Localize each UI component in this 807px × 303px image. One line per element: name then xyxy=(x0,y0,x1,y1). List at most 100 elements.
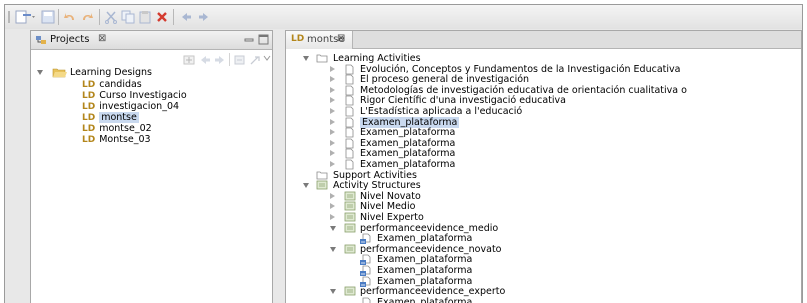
tree-item-ld[interactable]: LD candidas xyxy=(82,79,142,90)
tree-item-ld[interactable]: LD investigacion_04 xyxy=(82,101,179,112)
forward-icon[interactable] xyxy=(198,10,210,24)
toolbar-grip-icon xyxy=(7,10,11,24)
tree-item-structure-child[interactable]: Examen_plataforma xyxy=(286,233,801,245)
collapse-chevron-right-icon[interactable] xyxy=(330,76,335,83)
projects-icon xyxy=(35,34,47,49)
tree-item-structure[interactable]: Nivel Medio xyxy=(286,201,801,212)
tree-item-label: Activity Structures xyxy=(333,180,421,192)
tree-item-label: Examen_plataforma xyxy=(360,148,456,160)
editor-tab-strip: LD montse ⊠ xyxy=(286,31,801,49)
main-toolbar xyxy=(5,5,802,29)
exam-document-icon xyxy=(359,297,372,303)
undo-icon[interactable] xyxy=(63,10,77,24)
tree-item-structure[interactable]: Nivel Novato xyxy=(286,191,801,202)
minimize-icon[interactable] xyxy=(244,35,254,48)
cut-icon[interactable] xyxy=(104,10,118,24)
view-back-icon[interactable] xyxy=(199,54,211,69)
collapse-all-icon[interactable] xyxy=(234,54,247,69)
collapse-chevron-right-icon[interactable] xyxy=(330,139,335,146)
delete-icon[interactable] xyxy=(155,10,169,24)
redo-icon[interactable] xyxy=(80,10,94,24)
expand-chevron-down-icon[interactable] xyxy=(330,289,336,295)
tree-item-ld[interactable]: LD Montse_03 xyxy=(82,134,151,145)
tree-item-label: Nivel Experto xyxy=(360,212,424,223)
tree-item-label: Examen_plataforma xyxy=(360,159,456,170)
folder-open-icon xyxy=(52,67,67,81)
tree-item-label: Metodologías de investigación educativa … xyxy=(360,84,687,96)
tree-item-structure-child[interactable]: Examen_plataforma xyxy=(286,265,801,276)
tree-item-activity[interactable]: Examen_plataforma xyxy=(286,138,801,149)
tree-item-label: L'Estadística aplicada a l'educació xyxy=(360,106,523,117)
editor-tab-close-icon[interactable]: ⊠ xyxy=(337,33,345,44)
view-forward-icon[interactable] xyxy=(214,54,226,69)
collapse-chevron-right-icon[interactable] xyxy=(330,86,335,93)
back-icon[interactable] xyxy=(180,10,192,24)
maximize-icon[interactable] xyxy=(258,34,269,48)
projects-view: Projects ⊠ Learning Designs LD candidas … xyxy=(30,30,273,303)
tree-item-label: Nivel Medio xyxy=(360,201,416,213)
tree-item-label: Examen_plataforma xyxy=(360,137,456,149)
tree-item-structure[interactable]: Nivel Experto xyxy=(286,212,801,223)
expand-chevron-down-icon[interactable] xyxy=(330,225,336,231)
collapse-chevron-right-icon[interactable] xyxy=(330,192,335,199)
tree-item-activity[interactable]: Evolución, Conceptos y Fundamentos de la… xyxy=(286,64,801,75)
collapse-chevron-right-icon[interactable] xyxy=(330,203,335,210)
tree-item-activity[interactable]: Examen_plataforma xyxy=(286,148,801,159)
tree-item-label: Nivel Novato xyxy=(360,190,421,202)
projects-tab-close-icon[interactable]: ⊠ xyxy=(98,33,106,44)
collapse-chevron-right-icon[interactable] xyxy=(330,161,335,167)
tree-item-structure[interactable]: performanceevidence_experto xyxy=(286,286,801,297)
collapse-chevron-right-icon[interactable] xyxy=(330,65,335,72)
tree-item-activity[interactable]: Metodologías de investigación educativa … xyxy=(286,85,801,96)
tree-item-label: Examen_plataforma xyxy=(377,254,473,266)
copy-icon[interactable] xyxy=(121,10,135,24)
collapse-chevron-right-icon[interactable] xyxy=(330,129,335,136)
tree-node-learning-activities[interactable]: Learning Activities xyxy=(286,53,801,64)
tree-item-activity[interactable]: Examen_plataforma xyxy=(286,159,801,170)
view-menu-chevron-down-icon[interactable] xyxy=(263,54,271,65)
tree-item-activity[interactable]: El proceso general de investigación xyxy=(286,74,801,85)
tree-item-structure[interactable]: performanceevidence_medio xyxy=(286,223,801,234)
collapse-chevron-right-icon[interactable] xyxy=(330,97,335,104)
save-icon[interactable] xyxy=(41,10,55,24)
expand-chevron-down-icon[interactable] xyxy=(330,246,336,252)
editor-area: LD montse ⊠ Learning Activities Evolución… xyxy=(285,30,802,303)
tree-item-ld[interactable]: LD montse_02 xyxy=(82,123,152,134)
tree-item-structure-child[interactable]: Examen_plataforma xyxy=(286,276,801,287)
tree-item-structure[interactable]: performanceevidence_novato xyxy=(286,244,801,255)
tree-item-label: Support Activities xyxy=(333,169,417,181)
tree-item-activity[interactable]: Examen_plataforma xyxy=(286,127,801,138)
paste-icon[interactable] xyxy=(138,10,152,24)
collapse-chevron-right-icon[interactable] xyxy=(330,118,335,125)
tree-item-label: Examen_plataforma xyxy=(377,275,473,287)
projects-view-tab[interactable]: Projects ⊠ xyxy=(31,31,272,50)
collapse-chevron-right-icon[interactable] xyxy=(330,150,335,157)
tree-item-label: Examen_plataforma xyxy=(377,265,473,276)
expand-chevron-down-icon[interactable] xyxy=(303,183,309,189)
tree-item-ld-selected[interactable]: LD montse xyxy=(82,112,139,123)
tree-item-label: performanceevidence_experto xyxy=(360,286,506,298)
link-editor-icon[interactable] xyxy=(249,54,261,69)
editor-tab-montse[interactable]: LD montse ⊠ xyxy=(286,31,353,49)
add-learning-design-icon[interactable] xyxy=(183,54,197,69)
collapse-chevron-right-icon[interactable] xyxy=(330,108,335,114)
tree-item-label: Examen_plataforma xyxy=(360,116,460,128)
collapse-chevron-right-icon[interactable] xyxy=(330,214,335,220)
tree-item-activity[interactable]: L'Estadística aplicada a l'educació xyxy=(286,106,801,117)
tree-item-label: Examen_plataforma xyxy=(377,233,473,245)
expand-chevron-down-icon[interactable] xyxy=(303,56,309,61)
eclipse-window: Projects ⊠ Learning Designs LD candidas … xyxy=(4,4,803,303)
tree-item-ld[interactable]: LD Curso Investigacio xyxy=(82,90,187,101)
tree-item-structure-child[interactable]: Examen_plataforma xyxy=(286,254,801,266)
tree-item-label: Evolución, Conceptos y Fundamentos de la… xyxy=(360,63,681,75)
tree-item-label: Examen_plataforma xyxy=(360,127,456,139)
tree-item-activity[interactable]: Rigor Científic d'una investigació educa… xyxy=(286,95,801,106)
tree-node-activity-structures[interactable]: Activity Structures xyxy=(286,180,801,191)
tree-item-activity[interactable]: Examen_plataforma xyxy=(286,116,801,128)
new-file-icon[interactable] xyxy=(15,10,37,24)
tree-node-support-activities[interactable]: Support Activities xyxy=(286,170,801,181)
projects-tab-label: Projects xyxy=(50,34,90,45)
tree-item-label: El proceso general de investigación xyxy=(360,74,530,86)
tree-item-label: Learning Activities xyxy=(333,53,421,64)
tree-item-structure-child[interactable]: Examen_plataforma xyxy=(286,297,801,303)
